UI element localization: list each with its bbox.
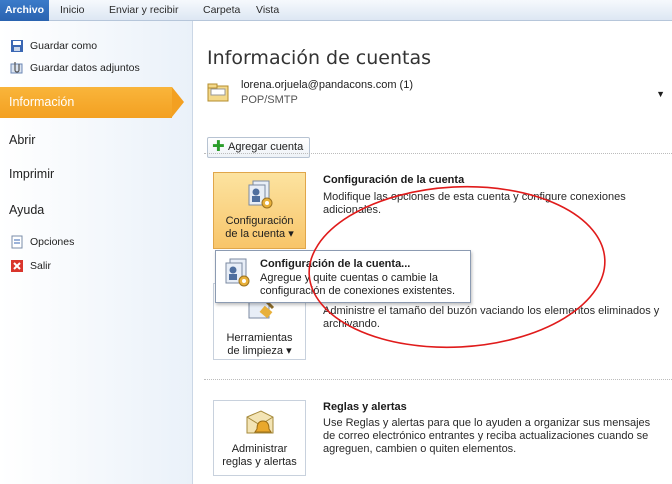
tab-enviar-recibir[interactable]: Enviar y recibir: [109, 0, 178, 21]
sidebar-item-label: Guardar como: [30, 40, 98, 52]
options-icon: [10, 235, 24, 249]
save-as-icon: [10, 39, 24, 53]
section-description: Use Reglas y alertas para que lo ayuden …: [323, 417, 651, 455]
page-title: Información de cuentas: [207, 47, 432, 69]
menu-item-description: Agregue y quite cuentas o cambie la conf…: [260, 272, 456, 297]
account-info-panel: Información de cuentas lorena.orjuela@pa…: [194, 21, 672, 484]
account-type: POP/SMTP: [241, 94, 298, 106]
divider: [204, 153, 672, 154]
rules-alerts-icon: [243, 407, 277, 439]
section-heading: Reglas y alertas: [323, 401, 407, 413]
tab-vista[interactable]: Vista: [256, 0, 279, 21]
sidebar-item-imprimir[interactable]: Imprimir: [9, 167, 54, 181]
account-selector[interactable]: lorena.orjuela@pandacons.com (1) POP/SMT…: [207, 76, 671, 126]
menu-item-account-settings[interactable]: Configuración de la cuenta...: [260, 258, 410, 270]
tab-carpeta[interactable]: Carpeta: [203, 0, 240, 21]
section-description: Administre el tamaño del buzón vaciando …: [323, 305, 660, 330]
sidebar-item-salir[interactable]: Salir: [10, 257, 51, 275]
account-settings-icon: [243, 179, 277, 211]
sidebar-item-label: Guardar datos adjuntos: [30, 62, 140, 74]
account-settings-icon: [220, 257, 254, 289]
sidebar-item-label: Opciones: [30, 236, 75, 248]
plus-icon: ✚: [212, 138, 225, 155]
account-settings-label: Configuración de la cuenta ▾: [225, 215, 294, 240]
section-description: Modifique las opciones de esta cuenta y …: [323, 191, 626, 216]
ribbon-tab-bar: Archivo Inicio Enviar y recibir Carpeta …: [0, 0, 672, 21]
account-settings-button[interactable]: Configuración de la cuenta ▾: [213, 172, 306, 249]
paperclip-icon: [10, 61, 24, 75]
sidebar-item-ayuda[interactable]: Ayuda: [9, 203, 44, 217]
rules-alerts-button[interactable]: Administrar reglas y alertas: [213, 400, 306, 476]
cleanup-tools-label: Herramientas de limpieza ▾: [226, 332, 293, 357]
sidebar-item-informacion[interactable]: Información: [0, 87, 184, 118]
sidebar-item-save-attachments[interactable]: Guardar datos adjuntos: [10, 59, 140, 77]
divider: [204, 379, 672, 380]
exit-icon: [10, 259, 24, 273]
rules-alerts-label: Administrar reglas y alertas: [222, 443, 297, 468]
account-email: lorena.orjuela@pandacons.com (1): [241, 79, 413, 91]
account-folder-icon: [207, 81, 229, 103]
sidebar-item-label: Salir: [30, 260, 52, 272]
backstage-sidebar: Guardar como Guardar datos adjuntos Info…: [0, 21, 193, 484]
sidebar-item-save-as[interactable]: Guardar como: [10, 37, 97, 55]
add-account-button[interactable]: ✚ Agregar cuenta: [207, 137, 310, 158]
add-account-label: Agregar cuenta: [228, 141, 304, 153]
section-heading: Configuración de la cuenta: [323, 174, 465, 186]
account-settings-menu: Configuración de la cuenta... Agregue y …: [215, 250, 471, 303]
sidebar-item-abrir[interactable]: Abrir: [9, 133, 35, 147]
sidebar-item-label: Información: [9, 95, 75, 109]
chevron-down-icon[interactable]: ▼: [656, 89, 665, 99]
sidebar-item-opciones[interactable]: Opciones: [10, 233, 74, 251]
tab-archivo[interactable]: Archivo: [0, 0, 49, 21]
tab-inicio[interactable]: Inicio: [60, 0, 85, 21]
